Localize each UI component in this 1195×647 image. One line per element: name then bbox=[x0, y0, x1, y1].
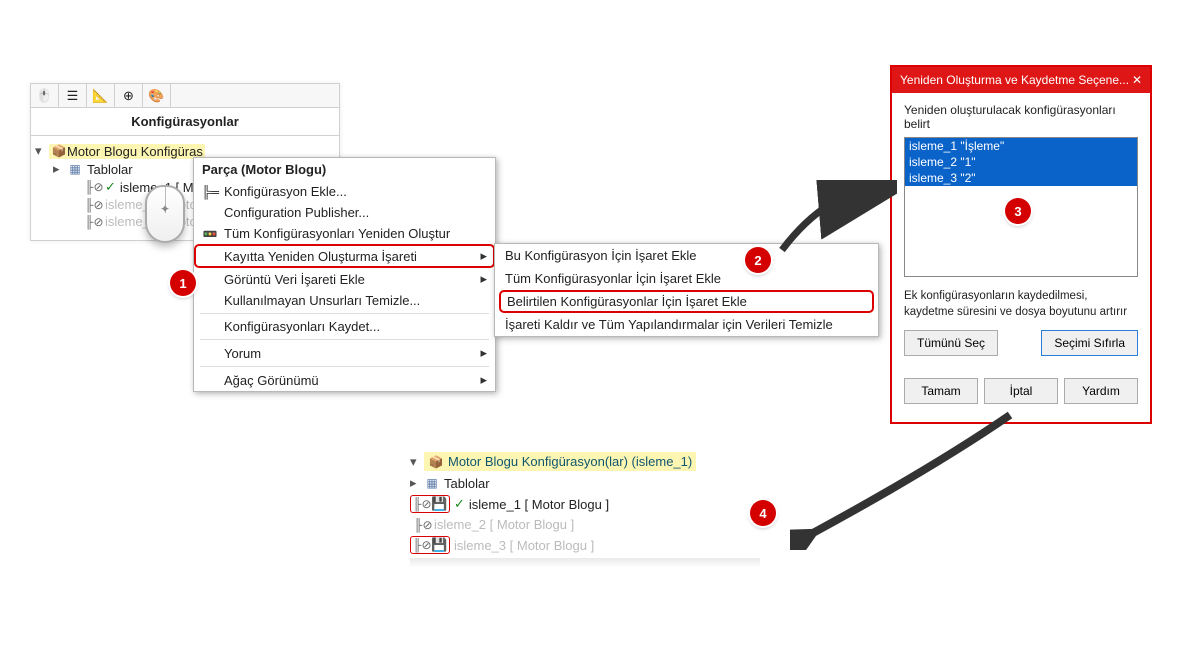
traffic-icon: 🚥 bbox=[202, 227, 218, 241]
table-icon: ▦ bbox=[67, 162, 83, 176]
panel-tabs: 🖱️ ☰ 📐 ⊕ 🎨 bbox=[31, 84, 339, 108]
list-item[interactable]: isleme_1 "İşleme" bbox=[905, 138, 1137, 154]
chevron-right-icon: ▸ bbox=[480, 345, 487, 361]
check-icon: ✓ bbox=[454, 496, 465, 512]
shadow bbox=[410, 558, 760, 568]
rebuild-save-dialog: Yeniden Oluşturma ve Kaydetme Seçene... … bbox=[890, 65, 1152, 424]
tab-palette-icon[interactable]: 🎨 bbox=[143, 84, 171, 107]
disk-icon: 💾 bbox=[431, 496, 447, 512]
dialog-titlebar: Yeniden Oluşturma ve Kaydetme Seçene... … bbox=[892, 67, 1150, 93]
arrow-2 bbox=[790, 410, 1020, 550]
badge-2: 2 bbox=[745, 247, 771, 273]
dialog-subtitle: Yeniden oluşturulacak konfigürasyonları … bbox=[904, 103, 1138, 131]
result-row-3[interactable]: ╟⊘ 💾 isleme_3 [ Motor Blogu ] bbox=[410, 534, 760, 556]
list-item[interactable]: isleme_3 "2" bbox=[905, 170, 1137, 186]
close-icon[interactable]: ✕ bbox=[1132, 73, 1142, 87]
mark-icon: ╟⊘ bbox=[414, 518, 430, 532]
submenu-specified-configs[interactable]: Belirtilen Konfigürasyonlar İçin İşaret … bbox=[499, 290, 874, 313]
result-root-label: Motor Blogu Konfigürasyon(lar) (isleme_1… bbox=[448, 454, 692, 469]
chevron-right-icon: ▸ bbox=[480, 248, 487, 264]
arrow-1 bbox=[777, 180, 897, 270]
configs-icon: 📦 bbox=[51, 144, 67, 158]
context-menu: Parça (Motor Blogu) ╠═ Konfigürasyon Ekl… bbox=[193, 157, 496, 392]
menu-separator bbox=[200, 313, 489, 314]
disk-icon: 💾 bbox=[431, 537, 447, 553]
check-icon: ✓ bbox=[105, 179, 116, 195]
submenu-all-configs[interactable]: Tüm Konfigürasyonlar İçin İşaret Ekle bbox=[495, 267, 878, 290]
mark-icon: ╟⊘ bbox=[85, 215, 101, 229]
reset-selection-button[interactable]: Seçimi Sıfırla bbox=[1041, 330, 1138, 356]
mark-icon: ╟⊘ bbox=[85, 180, 101, 194]
table-icon: ▦ bbox=[424, 476, 440, 490]
chevron-right-icon: ▸ bbox=[480, 271, 487, 287]
list-item[interactable]: isleme_2 "1" bbox=[905, 154, 1137, 170]
chevron-right-icon: ▸ bbox=[480, 372, 487, 388]
cancel-button[interactable]: İptal bbox=[984, 378, 1058, 404]
result-row-2[interactable]: ╟⊘ isleme_2 [ Motor Blogu ] bbox=[410, 515, 760, 534]
menu-save-mark[interactable]: Kayıtta Yeniden Oluşturma İşareti ▸ bbox=[194, 244, 495, 268]
badge-4: 4 bbox=[750, 500, 776, 526]
mark-icon: ╟⊘ bbox=[85, 198, 101, 212]
mouse-icon bbox=[145, 185, 185, 243]
badge-1: 1 bbox=[170, 270, 196, 296]
result-tree: ▾ 📦 Motor Blogu Konfigürasyon(lar) (isle… bbox=[410, 450, 760, 556]
panel-title: Konfigürasyonlar bbox=[31, 108, 339, 136]
dialog-hint: Ek konfigürasyonların kaydedilmesi, kayd… bbox=[904, 289, 1138, 320]
tab-cursor-icon[interactable]: 🖱️ bbox=[31, 84, 59, 107]
mark-icon: ╟⊘ bbox=[413, 538, 429, 552]
configs-icon: 📦 bbox=[428, 455, 444, 469]
menu-save[interactable]: Konfigürasyonları Kaydet... bbox=[194, 316, 495, 337]
menu-appearance[interactable]: Görüntü Veri İşareti Ekle ▸ bbox=[194, 268, 495, 290]
menu-separator bbox=[200, 339, 489, 340]
submenu-remove-mark[interactable]: İşareti Kaldır ve Tüm Yapılandırmalar iç… bbox=[495, 313, 878, 336]
select-all-button[interactable]: Tümünü Seç bbox=[904, 330, 998, 356]
tab-ruler-icon[interactable]: 📐 bbox=[87, 84, 115, 107]
branch-icon: ╠═ bbox=[202, 185, 218, 199]
menu-purge[interactable]: Kullanılmayan Unsurları Temizle... bbox=[194, 290, 495, 311]
result-tables[interactable]: ▸ ▦ Tablolar bbox=[410, 473, 760, 493]
root-label: Motor Blogu Konfigüras bbox=[67, 144, 203, 159]
menu-separator bbox=[200, 366, 489, 367]
menu-title: Parça (Motor Blogu) bbox=[194, 158, 495, 181]
tables-label: Tablolar bbox=[87, 162, 133, 177]
dialog-title-text: Yeniden Oluşturma ve Kaydetme Seçene... bbox=[900, 73, 1129, 87]
menu-add-config[interactable]: ╠═ Konfigürasyon Ekle... bbox=[194, 181, 495, 202]
menu-tree[interactable]: Ağaç Görünümü ▸ bbox=[194, 369, 495, 391]
badge-3: 3 bbox=[1005, 198, 1031, 224]
menu-publisher[interactable]: Configuration Publisher... bbox=[194, 202, 495, 223]
result-root[interactable]: ▾ 📦 Motor Blogu Konfigürasyon(lar) (isle… bbox=[410, 450, 760, 473]
menu-rebuild-all[interactable]: 🚥 Tüm Konfigürasyonları Yeniden Oluştur bbox=[194, 223, 495, 244]
menu-comment[interactable]: Yorum ▸ bbox=[194, 342, 495, 364]
result-row-1[interactable]: ╟⊘ 💾 ✓ isleme_1 [ Motor Blogu ] bbox=[410, 493, 760, 515]
mark-icon: ╟⊘ bbox=[413, 497, 429, 511]
ok-button[interactable]: Tamam bbox=[904, 378, 978, 404]
tab-target-icon[interactable]: ⊕ bbox=[115, 84, 143, 107]
help-button[interactable]: Yardım bbox=[1064, 378, 1138, 404]
tab-list-icon[interactable]: ☰ bbox=[59, 84, 87, 107]
